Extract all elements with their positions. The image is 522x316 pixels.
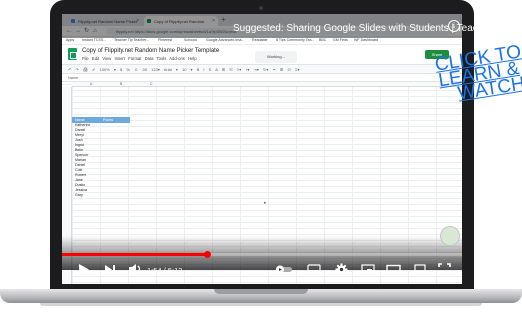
settings-gear-icon[interactable] <box>335 263 348 276</box>
play-icon[interactable] <box>78 263 90 276</box>
bookmark-item[interactable]: BBC <box>319 38 326 42</box>
formula-bar[interactable]: Name <box>62 74 462 82</box>
menu-format[interactable]: Format <box>128 56 141 61</box>
bookmark-item[interactable]: GM Feds <box>333 38 348 42</box>
bookmark-item[interactable]: Google Advanced Ima... <box>206 38 244 42</box>
menu-view[interactable]: View <box>102 56 111 61</box>
cast-icon[interactable] <box>412 264 426 275</box>
sheets-toolbar[interactable]: ↶ ↷ 🖨 ✔ 100% ▾ $ % .0 .00 123▾ Arial ▾ 1… <box>62 64 462 74</box>
progress-played <box>62 253 208 256</box>
column-header[interactable]: B <box>120 82 122 86</box>
bookmark-item[interactable]: 8 Tips Community Tea... <box>276 38 314 42</box>
bookmark-item[interactable]: Pinterest <box>158 38 172 42</box>
subtitles-icon[interactable] <box>307 264 321 275</box>
theater-mode-icon[interactable] <box>386 264 401 275</box>
miniplayer-icon[interactable] <box>361 264 375 275</box>
menu-tools[interactable]: Tools <box>157 56 167 61</box>
name-cell[interactable]: Gary <box>75 193 90 198</box>
bookmark-item[interactable]: Apps <box>66 38 74 42</box>
next-video-icon[interactable] <box>104 264 116 275</box>
time-display: 1:54 / 5:13 <box>147 266 183 275</box>
column-header[interactable]: C <box>150 82 152 86</box>
webcam <box>259 6 263 10</box>
working-status-toast: Working... <box>255 51 297 63</box>
video-progress-bar[interactable] <box>62 251 462 258</box>
sheets-menu-bar: File Edit View Insert Format Data Tools … <box>82 56 197 61</box>
bookmark-item[interactable]: Teacher Tip Teacher... <box>114 38 149 42</box>
fullscreen-icon[interactable] <box>438 263 451 276</box>
column-header[interactable]: A <box>90 82 92 86</box>
mouse-pointer-icon: ▸ <box>264 200 267 206</box>
google-sheets-logo-icon[interactable] <box>68 48 77 60</box>
volume-icon[interactable] <box>128 263 142 275</box>
click-to-learn-link[interactable]: CLICK TO LEARN & WATCH <box>434 41 522 105</box>
bookmark-item[interactable]: WF Dashboard <box>354 38 378 42</box>
menu-insert[interactable]: Insert <box>115 56 125 61</box>
info-icon[interactable]: i <box>448 20 460 32</box>
menu-addons[interactable]: Add-ons <box>169 56 185 61</box>
menu-data[interactable]: Data <box>145 56 154 61</box>
bookmark-item[interactable]: Readable <box>252 38 267 42</box>
menu-file[interactable]: File <box>82 56 89 61</box>
bookmarks-bar: Apps Instant TCSS... Teacher Tip Teacher… <box>62 37 462 45</box>
bookmark-item[interactable]: Instant TCSS... <box>82 38 106 42</box>
column-headers: A B C <box>72 82 462 87</box>
presenter-avatar <box>440 226 460 246</box>
header-cell-name[interactable]: Name <box>75 118 85 122</box>
document-title[interactable]: Copy of Flippity.net Random Name Picker … <box>82 48 219 54</box>
menu-help[interactable]: Help <box>188 56 197 61</box>
autoplay-toggle-icon[interactable] <box>275 265 293 274</box>
laptop-opening-notch <box>214 289 308 294</box>
suggested-video-title[interactable]: Suggested: Sharing Google Slides with St… <box>233 23 522 34</box>
header-cell-points[interactable]: Points <box>103 118 113 122</box>
bookmark-item[interactable]: Schoolo <box>184 38 197 42</box>
name-list: Katherine Daniel Meryl Josh Ingrid Belle… <box>75 123 90 198</box>
laptop-foot <box>40 303 482 306</box>
laptop-mockup: Flippity.net Random Name Picker × Copy o… <box>0 0 522 316</box>
menu-edit[interactable]: Edit <box>92 56 99 61</box>
